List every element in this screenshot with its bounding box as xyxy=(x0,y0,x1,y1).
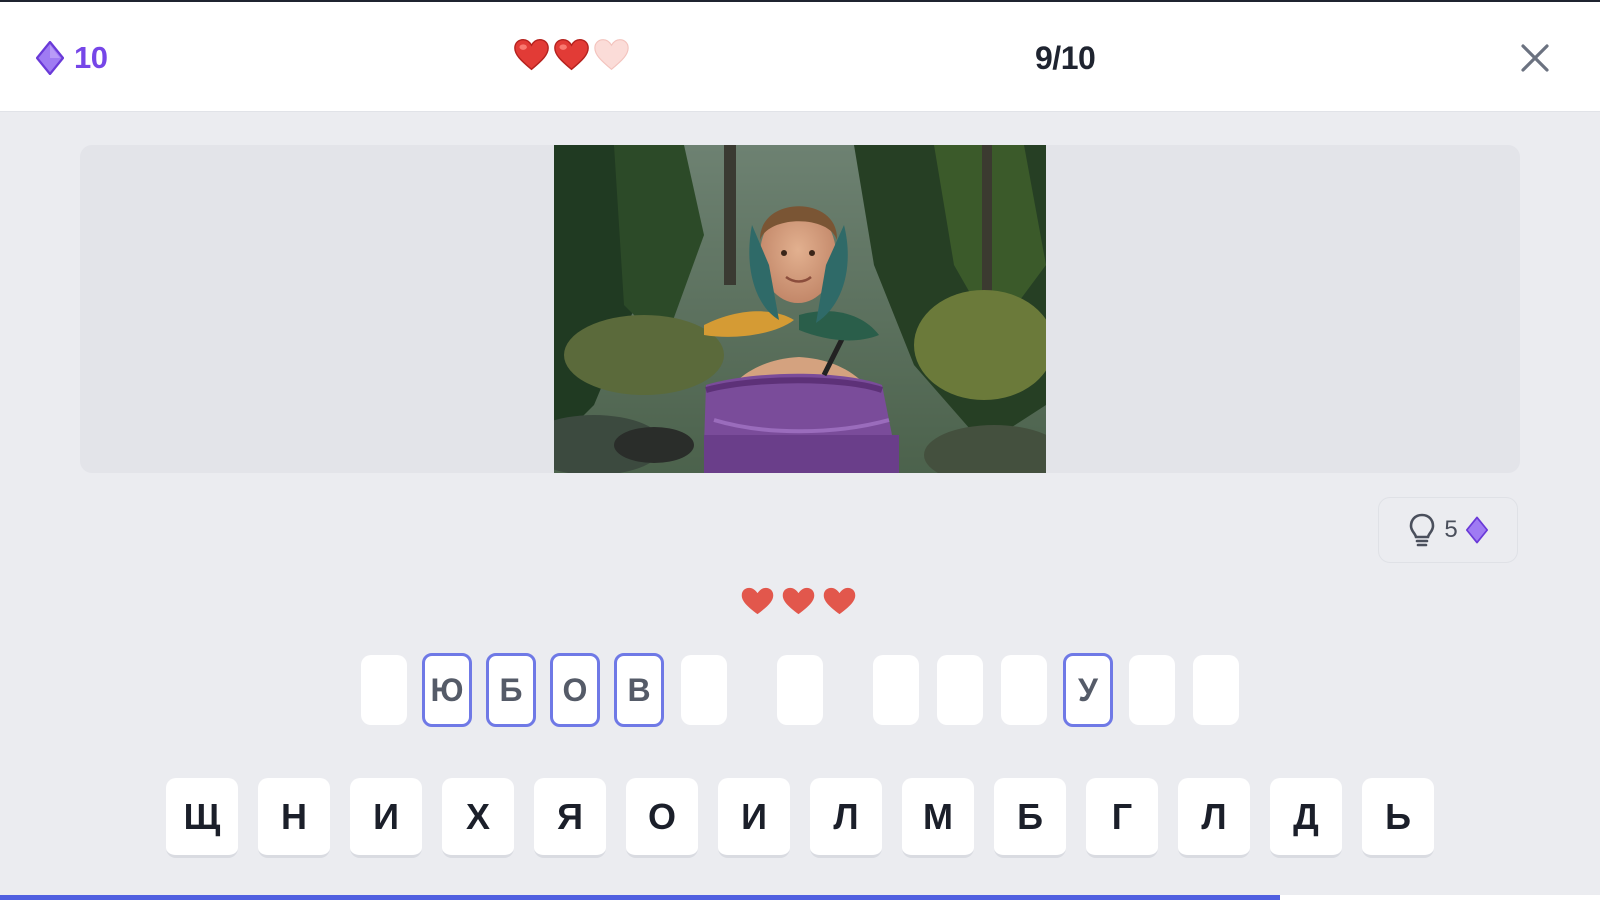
hint-cost: 5 xyxy=(1444,516,1458,543)
letter-key[interactable]: Д xyxy=(1270,778,1342,858)
heart-icon xyxy=(741,587,774,615)
heart-icon xyxy=(554,39,589,71)
letter-key[interactable]: Г xyxy=(1086,778,1158,858)
attempts-indicator xyxy=(740,586,857,616)
letter-key[interactable]: О xyxy=(626,778,698,858)
close-icon[interactable] xyxy=(1517,40,1553,76)
answer-slot[interactable] xyxy=(937,655,983,725)
letter-key[interactable]: И xyxy=(350,778,422,858)
answer-slot[interactable]: Б xyxy=(486,653,536,727)
answer-slot[interactable] xyxy=(1193,655,1239,725)
heart-icon xyxy=(823,587,856,615)
letter-key[interactable]: Б xyxy=(994,778,1066,858)
header-bar: 10 9/10 xyxy=(0,2,1600,112)
letter-key[interactable]: Н xyxy=(258,778,330,858)
answer-slot[interactable] xyxy=(777,655,823,725)
letter-key[interactable]: Л xyxy=(1178,778,1250,858)
gem-icon xyxy=(1465,516,1488,544)
letter-key[interactable]: Ь xyxy=(1362,778,1434,858)
lightbulb-icon xyxy=(1410,513,1435,547)
level-progress-fill xyxy=(0,895,1280,900)
answer-slot[interactable]: У xyxy=(1063,653,1113,727)
image-panel xyxy=(80,145,1520,473)
answer-slot[interactable] xyxy=(1001,655,1047,725)
gem-icon xyxy=(36,41,64,75)
letter-key[interactable]: И xyxy=(718,778,790,858)
answer-slot[interactable] xyxy=(681,655,727,725)
answer-slot[interactable] xyxy=(1129,655,1175,725)
letter-keyboard: Щ Н И Х Я О И Л М Б Г Л Д Ь xyxy=(0,778,1600,860)
letter-key[interactable]: Х xyxy=(442,778,514,858)
lives-indicator xyxy=(513,36,630,73)
question-progress: 9/10 xyxy=(1035,40,1096,76)
heart-empty-icon xyxy=(594,39,629,71)
answer-slots: Ю Б О В У xyxy=(0,653,1600,729)
answer-slot[interactable]: В xyxy=(614,653,664,727)
gems-counter: 10 xyxy=(36,40,108,76)
heart-icon xyxy=(782,587,815,615)
answer-slot[interactable] xyxy=(361,655,407,725)
letter-key[interactable]: Л xyxy=(810,778,882,858)
gems-count: 10 xyxy=(74,40,108,75)
hint-button[interactable]: 5 xyxy=(1378,497,1518,563)
question-photo xyxy=(554,145,1046,473)
letter-key[interactable]: М xyxy=(902,778,974,858)
answer-slot[interactable] xyxy=(873,655,919,725)
level-progress-bar xyxy=(0,895,1600,900)
letter-key[interactable]: Щ xyxy=(166,778,238,858)
heart-icon xyxy=(514,39,549,71)
letter-key[interactable]: Я xyxy=(534,778,606,858)
answer-slot[interactable]: Ю xyxy=(422,653,472,727)
answer-slot[interactable]: О xyxy=(550,653,600,727)
